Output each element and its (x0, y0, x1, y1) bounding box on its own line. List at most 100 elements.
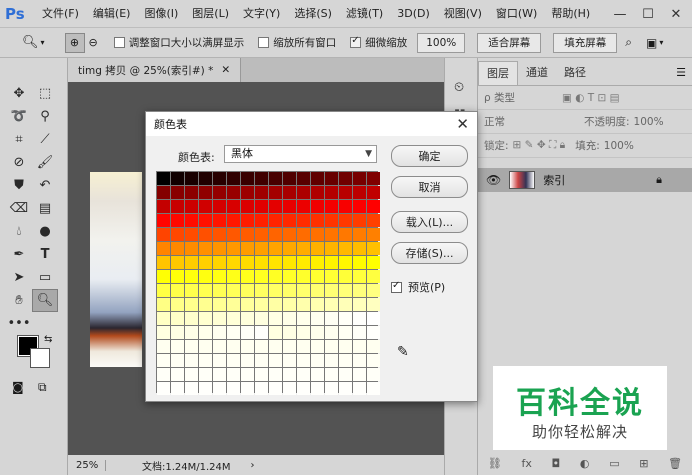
group-icon[interactable]: ▭ (609, 457, 619, 470)
eye-icon[interactable]: 👁︎ (486, 173, 501, 187)
color-swatch[interactable] (325, 228, 338, 241)
maximize-icon[interactable]: ☐ (634, 0, 662, 28)
color-swatch[interactable] (241, 284, 254, 297)
color-swatch[interactable] (185, 256, 198, 269)
color-swatch[interactable] (185, 172, 198, 185)
color-swatch[interactable] (269, 284, 282, 297)
color-swatch[interactable] (227, 200, 240, 213)
color-swatch[interactable] (367, 368, 380, 381)
color-swatch[interactable] (339, 186, 352, 199)
blur-tool-icon[interactable]: 💧︎ (6, 220, 32, 243)
color-swatch[interactable] (311, 340, 324, 353)
color-swatch[interactable] (269, 228, 282, 241)
color-swatch[interactable] (157, 354, 170, 367)
more-tools-icon[interactable]: ••• (6, 312, 32, 335)
color-swatch[interactable] (325, 368, 338, 381)
color-swatch[interactable] (353, 298, 366, 311)
color-swatch[interactable] (269, 186, 282, 199)
tab-layers[interactable]: 图层 (478, 61, 518, 85)
color-swatch[interactable] (199, 200, 212, 213)
color-swatch[interactable] (227, 382, 240, 395)
adjustment-icon[interactable]: ◐ (580, 457, 590, 470)
color-swatch[interactable] (185, 228, 198, 241)
fill-field[interactable]: 100% (604, 140, 634, 152)
color-swatch[interactable] (241, 368, 254, 381)
color-swatch[interactable] (311, 298, 324, 311)
color-swatch[interactable] (353, 284, 366, 297)
color-swatch[interactable] (297, 200, 310, 213)
color-swatch[interactable] (171, 312, 184, 325)
color-swatch[interactable] (199, 186, 212, 199)
fx-icon[interactable]: fx (521, 457, 531, 470)
preview-checkbox[interactable] (391, 280, 402, 293)
color-swatch[interactable] (157, 214, 170, 227)
color-swatch[interactable] (213, 200, 226, 213)
lasso-tool-icon[interactable]: ➰ (6, 105, 32, 128)
color-swatch[interactable] (367, 382, 380, 395)
layer-row[interactable]: 👁︎ 索引 🔒︎ (478, 168, 692, 192)
color-swatch[interactable] (199, 172, 212, 185)
color-swatch[interactable] (353, 200, 366, 213)
color-swatch[interactable] (367, 200, 380, 213)
scrubby-zoom-option[interactable]: 细微缩放 (350, 35, 407, 50)
path-selection-tool-icon[interactable]: ➤ (6, 266, 32, 289)
color-swatch[interactable] (241, 312, 254, 325)
color-swatch[interactable] (339, 270, 352, 283)
link-layers-icon[interactable]: ⛓ (488, 457, 502, 470)
color-swatch[interactable] (241, 340, 254, 353)
color-swatch[interactable] (185, 186, 198, 199)
color-swatch[interactable] (241, 382, 254, 395)
search-icon[interactable]: ⌕ (625, 35, 632, 50)
history-brush-tool-icon[interactable]: ↶ (32, 174, 58, 197)
color-swatch[interactable] (283, 242, 296, 255)
color-swatch[interactable] (367, 242, 380, 255)
color-swatch[interactable] (185, 354, 198, 367)
color-swatch[interactable] (157, 298, 170, 311)
color-swatch[interactable] (157, 340, 170, 353)
color-swatch[interactable] (255, 214, 268, 227)
color-swatch[interactable] (311, 354, 324, 367)
color-swatch[interactable] (325, 312, 338, 325)
history-panel-icon[interactable]: ⏲ (454, 80, 464, 95)
blend-mode-select[interactable]: 正常 (484, 114, 576, 129)
menu-3d[interactable]: 3D(D) (390, 0, 437, 28)
color-swatch[interactable] (339, 284, 352, 297)
add-mask-icon[interactable]: ◘ (552, 457, 561, 470)
color-swatch[interactable] (199, 256, 212, 269)
color-swatch[interactable] (157, 326, 170, 339)
delete-layer-icon[interactable]: 🗑︎ (668, 457, 682, 470)
move-tool-icon[interactable]: ✥ (6, 82, 32, 105)
color-swatch[interactable] (171, 368, 184, 381)
swap-colors-icon[interactable]: ⇆ (44, 334, 52, 345)
color-swatch[interactable] (325, 256, 338, 269)
color-swatch[interactable] (171, 172, 184, 185)
color-swatch[interactable] (269, 214, 282, 227)
color-swatch[interactable] (171, 200, 184, 213)
color-swatch[interactable] (269, 256, 282, 269)
zoom-in-icon[interactable]: ⊕ (64, 32, 85, 53)
resize-window-checkbox[interactable] (113, 37, 125, 48)
close-tab-icon[interactable]: ✕ (221, 64, 230, 76)
color-swatch[interactable] (269, 312, 282, 325)
zoom-tool-active-icon[interactable]: 🔍︎ (32, 289, 58, 312)
color-swatch[interactable] (227, 340, 240, 353)
color-swatch[interactable] (199, 228, 212, 241)
menu-edit[interactable]: 编辑(E) (86, 0, 138, 28)
color-swatch[interactable] (367, 326, 380, 339)
color-swatch[interactable] (213, 214, 226, 227)
color-swatch[interactable] (213, 340, 226, 353)
color-swatch[interactable] (339, 242, 352, 255)
color-swatch[interactable] (367, 270, 380, 283)
color-swatch[interactable] (157, 186, 170, 199)
eraser-tool-icon[interactable]: ⌫ (6, 197, 32, 220)
color-swatch[interactable] (297, 214, 310, 227)
color-swatch[interactable] (367, 256, 380, 269)
zoom-level[interactable]: 25% (68, 459, 106, 471)
tab-channels[interactable]: 通道 (518, 61, 556, 85)
crop-tool-icon[interactable]: ⌗ (6, 128, 32, 151)
color-swatch[interactable] (283, 354, 296, 367)
color-swatch[interactable] (185, 340, 198, 353)
color-swatch[interactable] (241, 200, 254, 213)
menu-layer[interactable]: 图层(L) (185, 0, 236, 28)
color-swatch[interactable] (339, 228, 352, 241)
